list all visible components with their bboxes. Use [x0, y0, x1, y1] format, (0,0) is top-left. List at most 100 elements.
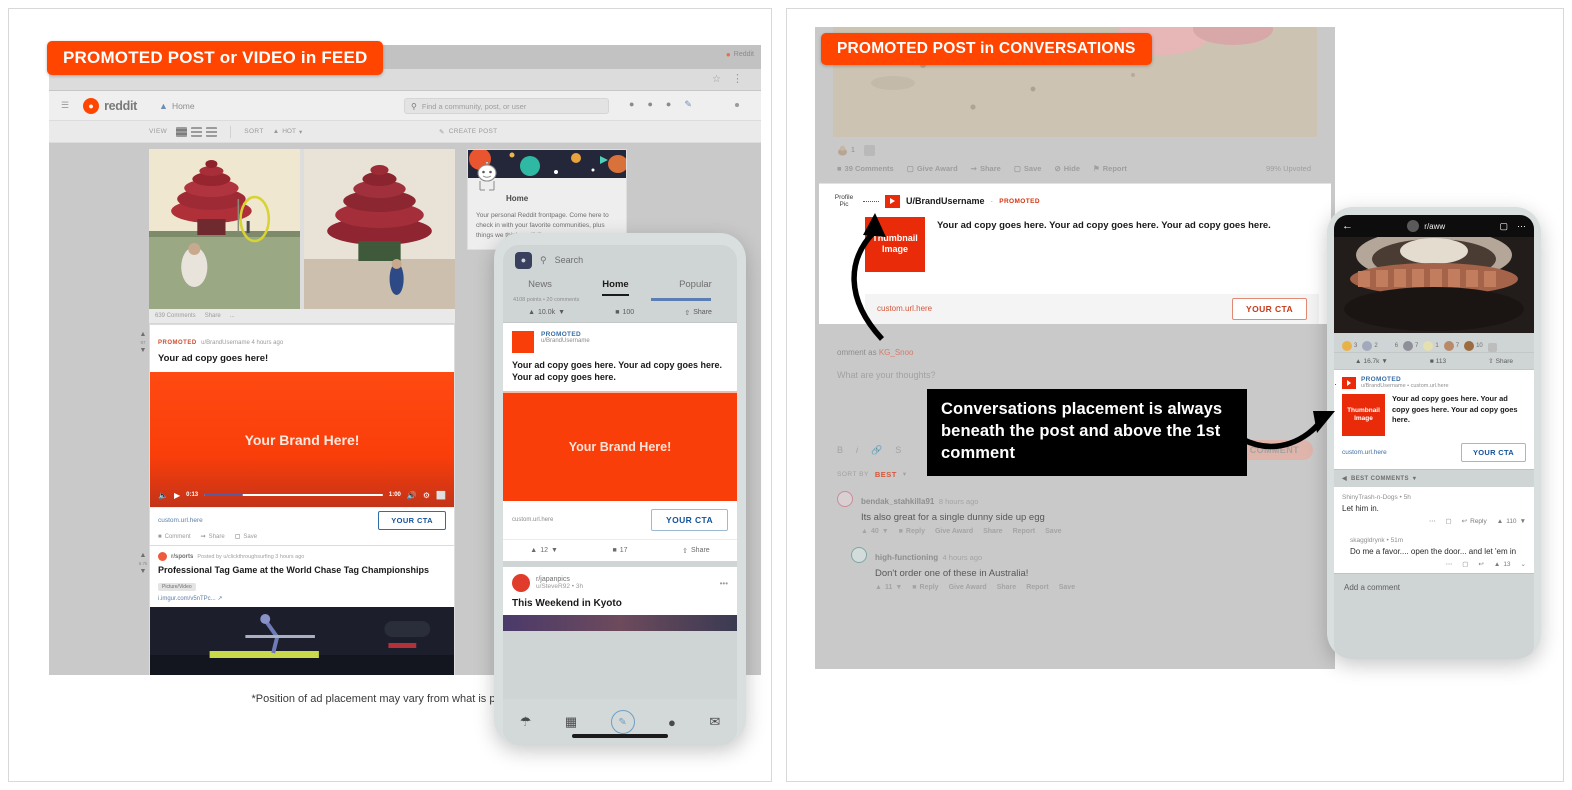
vote-control[interactable]: ▲ 11 ▼: [875, 584, 902, 591]
ad-url[interactable]: custom.url.here: [877, 304, 932, 313]
view-mode-icons[interactable]: [176, 126, 218, 137]
bold-icon[interactable]: B: [837, 445, 843, 455]
community-picker[interactable]: ▲ Home: [159, 101, 195, 111]
give-award-icon[interactable]: ▢: [1462, 560, 1468, 568]
give-award-chip[interactable]: [1487, 343, 1497, 352]
thumbnail-image[interactable]: Thumbnail Image: [1342, 394, 1385, 436]
phone-ad-media[interactable]: Your Brand Here!: [503, 391, 737, 502]
downvote-icon[interactable]: ▼: [140, 347, 147, 354]
star-icon[interactable]: ☆: [712, 74, 721, 85]
report-action[interactable]: Report: [1026, 584, 1049, 591]
cta-button[interactable]: YOUR CTA: [1232, 297, 1307, 320]
back-arrow-icon[interactable]: ←: [1342, 220, 1353, 232]
ad-url[interactable]: custom.url.here: [158, 517, 203, 524]
search-input[interactable]: ⚲ Find a community, post, or user: [404, 98, 609, 114]
comment-stat[interactable]: ■ 100: [615, 309, 634, 316]
coins-icon[interactable]: ●: [629, 99, 634, 110]
share-stat[interactable]: ⇧ Share: [684, 309, 712, 317]
share-stat[interactable]: ⇧ Share: [1488, 357, 1513, 366]
post-media[interactable]: [150, 607, 454, 675]
report-action[interactable]: Report: [1013, 528, 1036, 535]
italic-icon[interactable]: i: [856, 445, 858, 455]
cta-button[interactable]: YOUR CTA: [1460, 443, 1526, 462]
volume-low-icon[interactable]: 🔈: [158, 491, 168, 500]
more-icon[interactable]: ⋯: [1446, 560, 1453, 568]
video-progress-slider[interactable]: [204, 493, 383, 497]
phone-promoted-ad-card[interactable]: Profile Pic PROMOTED u/BrandUsername • c…: [1334, 370, 1534, 469]
submit-comment-button[interactable]: COMMENT: [1235, 440, 1313, 461]
give-award-action[interactable]: ▢ Give Award: [907, 164, 958, 173]
more-button[interactable]: ...: [230, 313, 235, 319]
reply-action[interactable]: ■ Reply: [899, 528, 925, 535]
subreddit-name[interactable]: r/sports: [171, 554, 193, 560]
discover-icon[interactable]: ▦: [565, 714, 577, 730]
reddit-logo[interactable]: ● reddit: [83, 97, 137, 114]
comment-author[interactable]: ShinyTrash-n-Dogs • 5h: [1342, 494, 1526, 501]
phone-ad-url[interactable]: custom.url.here: [512, 517, 553, 523]
save-action[interactable]: Save: [1059, 584, 1075, 591]
award-badge[interactable]: 2: [1362, 341, 1378, 351]
vote-control[interactable]: ▲ 13: [1494, 561, 1511, 568]
promoted-ad-card[interactable]: ▲ 97 ▼ PROMOTED u/BrandUsername 4 hours …: [140, 324, 455, 546]
more-icon[interactable]: •••: [720, 579, 728, 588]
reply-icon[interactable]: ↩: [1478, 560, 1483, 568]
award-badge[interactable]: 7: [1443, 341, 1459, 351]
report-action[interactable]: ⚑ Report: [1093, 164, 1127, 173]
kebab-menu-icon[interactable]: ⋮: [732, 72, 743, 85]
thumbnail-image[interactable]: Thumbnail Image: [865, 216, 925, 272]
give-award-action[interactable]: Give Award: [949, 584, 987, 591]
organic-post-card[interactable]: ▲ 6.7k ▼ r/sports Posted by u/clickthrou…: [139, 546, 455, 675]
subreddit-header[interactable]: r/aww: [1407, 220, 1445, 232]
post-flair[interactable]: Picture/Video: [158, 583, 196, 591]
vote-control[interactable]: ▲ 110 ▼: [1497, 518, 1526, 525]
more-icon[interactable]: ⋯: [1429, 517, 1436, 525]
award-badge[interactable]: 7: [1403, 341, 1418, 351]
avatar[interactable]: [837, 490, 853, 507]
phone-next-post[interactable]: r/japanpics u/SteveR92 • 3h ••• This Wee…: [503, 561, 737, 632]
comment-author[interactable]: high-functioning: [875, 553, 938, 562]
conversations-promoted-ad[interactable]: Profile Pic U/BrandUsername · PROMOTED T…: [819, 183, 1331, 324]
more-icon[interactable]: ⋯: [1517, 221, 1526, 232]
photo-post-media[interactable]: [149, 149, 455, 309]
view-classic-icon[interactable]: [191, 126, 203, 137]
expand-icon[interactable]: ⌄: [1521, 560, 1526, 568]
save-action[interactable]: ▢ Save: [1014, 164, 1042, 173]
phone-search-bar[interactable]: ● ⚲ Search: [503, 245, 737, 275]
save-action[interactable]: ▢ Save: [235, 533, 257, 541]
share-action[interactable]: Share: [997, 584, 1016, 591]
post-link[interactable]: i.imgur.com/v5nTPc... ↗: [158, 595, 446, 602]
comments-action[interactable]: ■ 39 Comments: [837, 164, 894, 173]
upvote-icon[interactable]: ▲: [140, 552, 147, 559]
post-title[interactable]: This Weekend in Kyoto: [512, 592, 728, 615]
award-badge[interactable]: 10: [1464, 341, 1483, 351]
home-icon[interactable]: ☂: [520, 714, 532, 730]
upvote-stat[interactable]: ▲ 10.0k ▼: [528, 309, 565, 316]
share-stat[interactable]: ⇧ Share: [682, 547, 710, 555]
post-title[interactable]: Professional Tag Game at the World Chase…: [158, 565, 446, 575]
link-icon[interactable]: 🔗: [871, 445, 882, 456]
avatar[interactable]: [735, 103, 739, 107]
vote-control[interactable]: ▲ 40 ▼: [861, 528, 889, 535]
settings-gear-icon[interactable]: ⚙: [423, 491, 430, 500]
cta-button[interactable]: YOUR CTA: [651, 509, 728, 532]
give-award-action[interactable]: Give Award: [935, 528, 973, 535]
subreddit-name[interactable]: r/japanpics: [536, 576, 583, 583]
award-badge[interactable]: 6: [1382, 341, 1398, 351]
upvote-icon[interactable]: ▲: [140, 331, 147, 338]
create-post-button[interactable]: ✎ CREATE POST: [439, 128, 497, 136]
best-comments-header[interactable]: ◀ BEST COMMENTS ▾: [1334, 469, 1534, 487]
view-card-icon[interactable]: [176, 126, 188, 137]
advertiser-username[interactable]: U/BrandUsername: [906, 196, 985, 206]
reply-action[interactable]: ■ Reply: [912, 584, 938, 591]
save-icon[interactable]: ▢: [1499, 221, 1508, 232]
create-post-icon[interactable]: ✎: [610, 710, 635, 734]
reddit-app-icon[interactable]: ●: [515, 251, 532, 269]
save-action[interactable]: Save: [1045, 528, 1061, 535]
give-award-icon[interactable]: ▢: [1446, 517, 1452, 525]
give-award-chip[interactable]: [863, 145, 875, 156]
ad-video-media[interactable]: Your Brand Here! 🔈 ▶ 0:13 1:00 🔊 ⚙ ⬜: [150, 372, 454, 507]
upvote-stat[interactable]: ▲ 16.7k ▼: [1355, 358, 1388, 365]
play-icon[interactable]: ▶: [174, 491, 180, 500]
hide-action[interactable]: ⊘ Hide: [1054, 164, 1080, 173]
cta-button[interactable]: YOUR CTA: [378, 511, 446, 530]
